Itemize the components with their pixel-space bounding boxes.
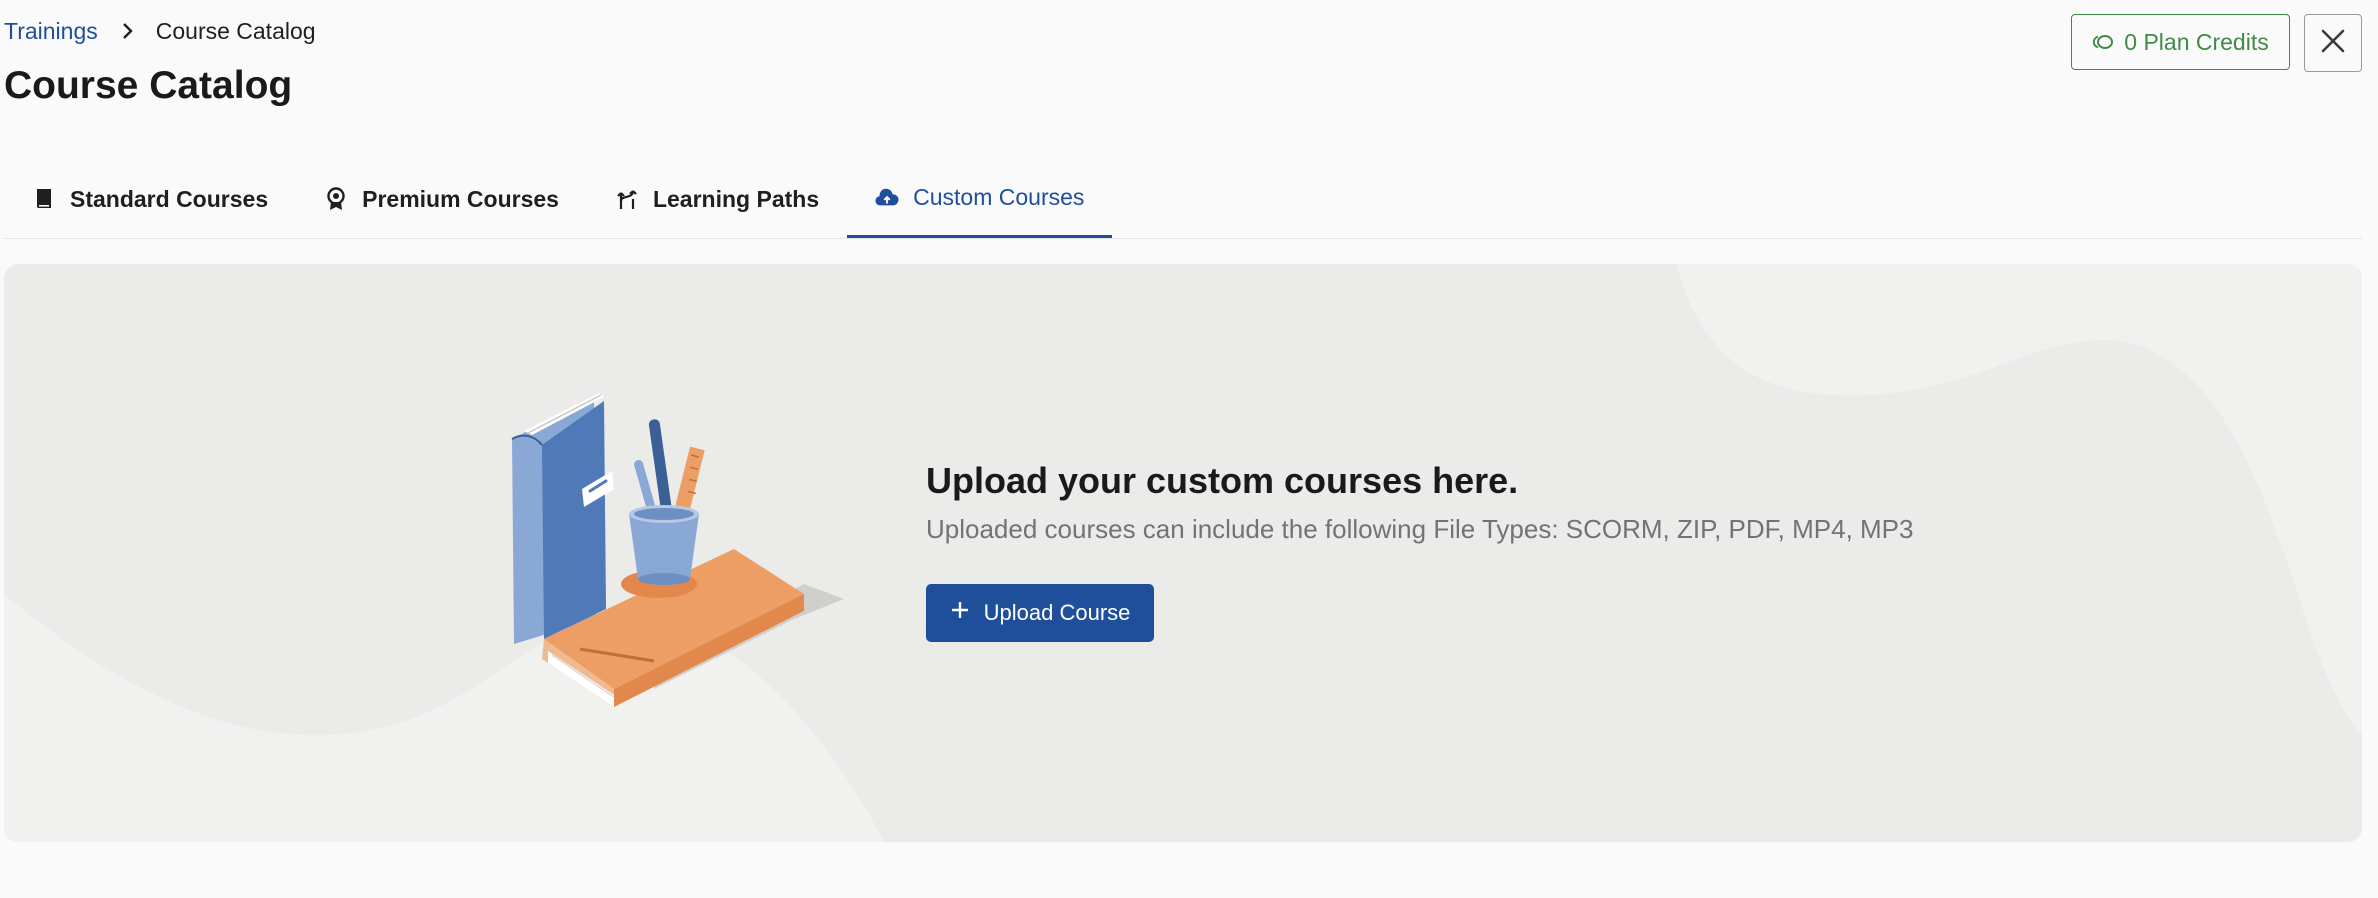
upload-course-label: Upload Course bbox=[983, 600, 1131, 625]
tab-custom-courses[interactable]: Custom Courses bbox=[847, 160, 1113, 238]
tab-label: Standard Courses bbox=[70, 185, 269, 212]
plus-icon bbox=[950, 600, 970, 626]
route-icon bbox=[615, 187, 639, 211]
close-button[interactable] bbox=[2304, 14, 2362, 72]
tab-standard-courses[interactable]: Standard Courses bbox=[4, 160, 296, 238]
background-waves bbox=[4, 264, 2362, 842]
chevron-right-icon bbox=[122, 22, 134, 40]
credits-icon bbox=[2092, 29, 2114, 56]
empty-state-title: Upload your custom courses here. bbox=[926, 460, 1519, 501]
tab-label: Premium Courses bbox=[362, 185, 559, 212]
breadcrumb: Trainings Course Catalog bbox=[4, 14, 316, 48]
custom-courses-empty-state: Upload your custom courses here. Uploade… bbox=[4, 264, 2362, 842]
page-title: Course Catalog bbox=[4, 64, 293, 107]
empty-state-text: Upload your custom courses here. Uploade… bbox=[926, 460, 1913, 545]
tab-label: Custom Courses bbox=[913, 184, 1085, 210]
breadcrumb-current: Course Catalog bbox=[155, 17, 316, 44]
books-illustration bbox=[511, 393, 844, 707]
plan-credits-label: 0 Plan Credits bbox=[2124, 28, 2269, 55]
award-icon bbox=[324, 187, 348, 211]
breadcrumb-trainings-link[interactable]: Trainings bbox=[4, 18, 98, 45]
book-icon bbox=[32, 187, 56, 211]
tab-premium-courses[interactable]: Premium Courses bbox=[296, 160, 587, 238]
tab-learning-paths[interactable]: Learning Paths bbox=[587, 160, 847, 238]
tab-label: Learning Paths bbox=[652, 185, 820, 212]
plan-credits-button[interactable]: 0 Plan Credits bbox=[2071, 14, 2290, 70]
course-tabs: Standard Courses Premium Courses Learnin… bbox=[4, 160, 2362, 239]
empty-state-subtitle: Uploaded courses can include the followi… bbox=[926, 514, 1914, 544]
upload-course-button[interactable]: Upload Course bbox=[926, 584, 1154, 642]
cloud-upload-icon bbox=[875, 186, 899, 210]
close-icon bbox=[2320, 28, 2346, 59]
